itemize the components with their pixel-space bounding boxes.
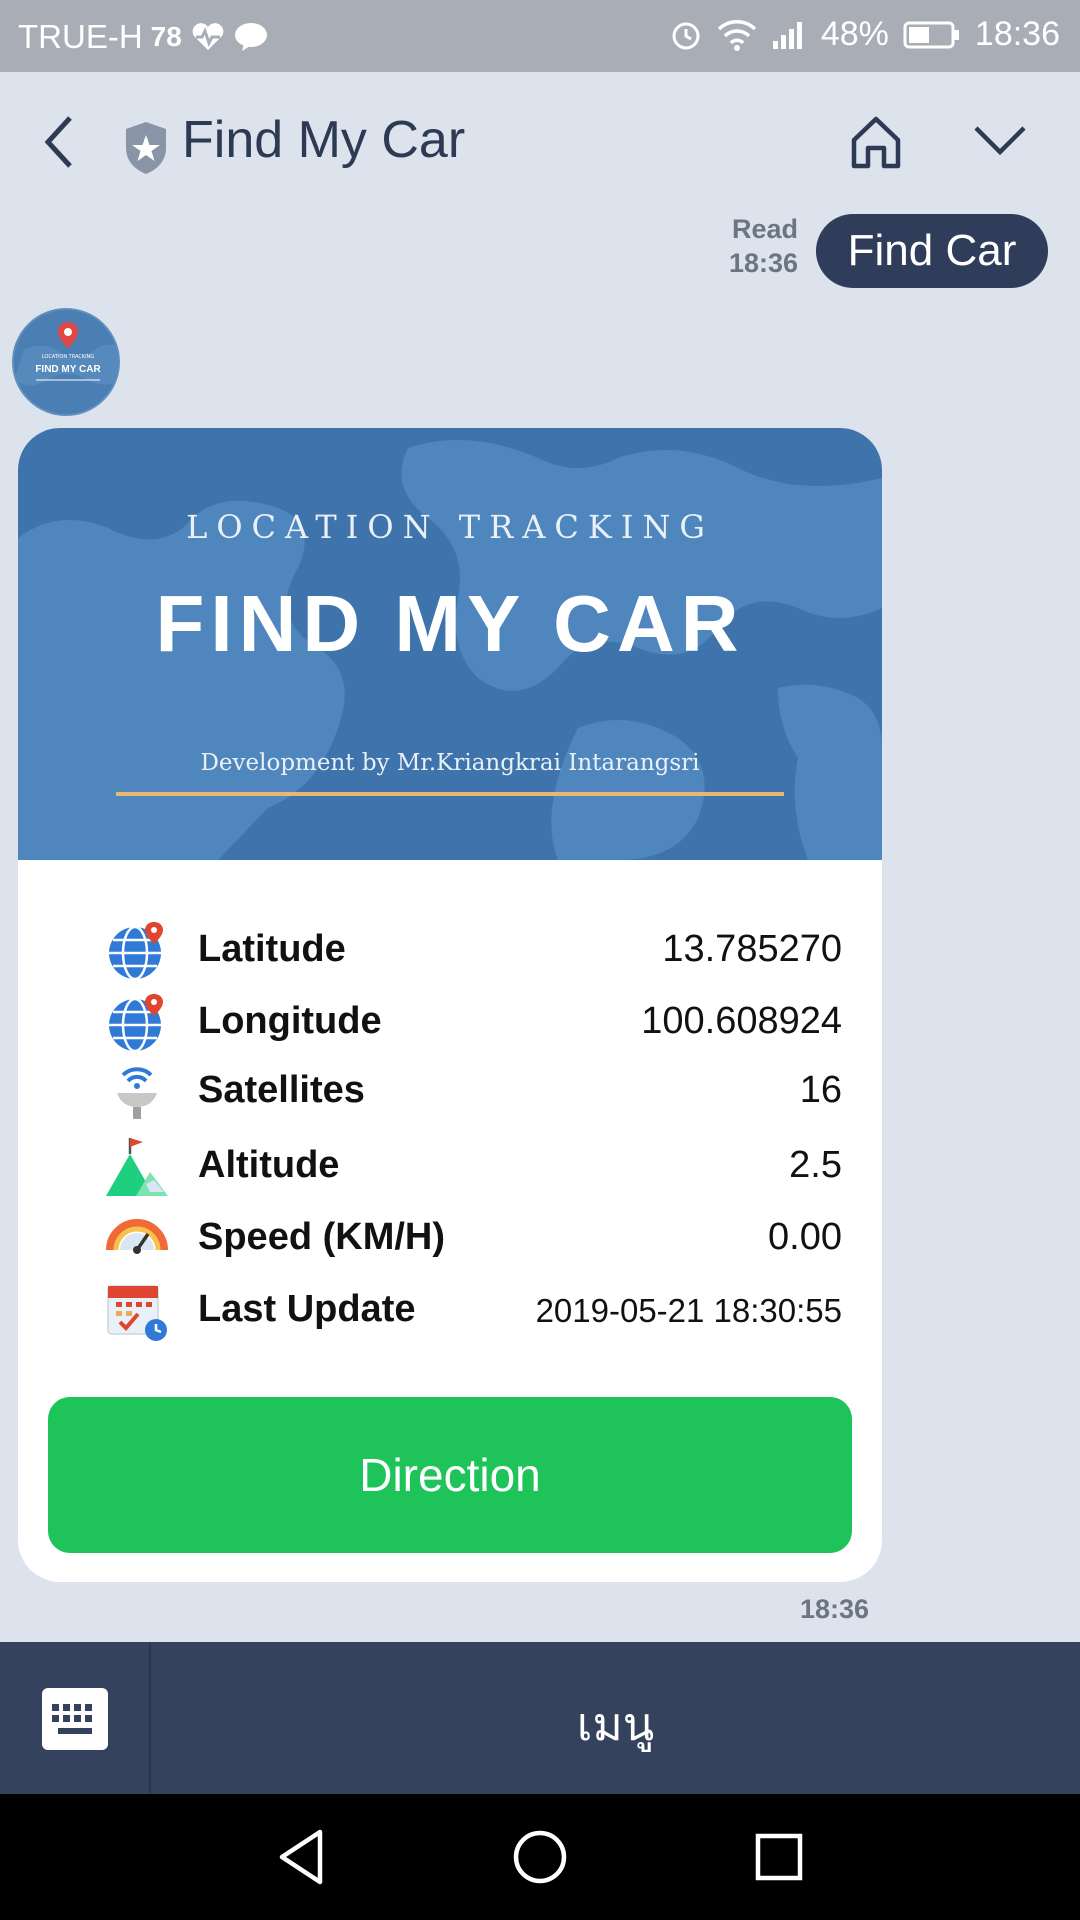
globe-pin-icon: [106, 920, 168, 982]
banner-title: FIND MY CAR: [155, 579, 745, 668]
info-row-altitude: Altitude 2.5: [106, 1134, 842, 1198]
banner-divider: [116, 792, 784, 796]
keyboard-icon: [52, 1704, 92, 1734]
svg-text:FIND MY CAR: FIND MY CAR: [35, 364, 101, 375]
speed-label: Speed (KM/H): [198, 1216, 445, 1258]
header-menu-dropdown-button[interactable]: [972, 120, 1028, 160]
clock: 18:36: [974, 15, 1060, 53]
line-app-icon: [234, 22, 268, 52]
chevron-down-icon: [974, 126, 1026, 156]
banner-developer-credit: Development by Mr.Kriangkrai Intarangsri: [200, 750, 700, 776]
latitude-label: Latitude: [198, 928, 346, 970]
official-account-shield-icon: [122, 120, 170, 176]
chevron-left-icon: [44, 116, 72, 168]
signal-number: 78: [150, 21, 182, 52]
card-banner: LOCATION TRACKING FIND MY CAR Developmen…: [18, 428, 882, 860]
latitude-value: 13.785270: [662, 928, 842, 970]
banner-subtitle: LOCATION TRACKING: [186, 508, 714, 546]
rich-menu-toggle[interactable]: เมนู: [151, 1688, 1080, 1761]
info-row-speed: Speed (KM/H) 0.00: [106, 1206, 842, 1270]
sent-message-bubble[interactable]: Find Car: [816, 214, 1048, 288]
longitude-value: 100.608924: [641, 1000, 842, 1042]
status-bar: TRUE-H 78 48% 18:36: [0, 0, 1080, 72]
read-label: Read: [731, 214, 798, 244]
last-update-value: 2019-05-21 18:30:55: [535, 1292, 842, 1329]
wifi-icon: [717, 19, 757, 51]
carrier-label: TRUE-H: [18, 18, 143, 55]
mountain-flag-icon: [106, 1136, 168, 1198]
nav-back-button[interactable]: [268, 1824, 334, 1890]
keyboard-toggle-button[interactable]: [42, 1688, 108, 1750]
altitude-value: 2.5: [789, 1144, 842, 1186]
find-my-car-logo: LOCATION TRACKING FIND MY CAR: [14, 322, 118, 386]
speedometer-icon: [106, 1208, 168, 1270]
battery-icon: [903, 20, 961, 50]
location-card: LOCATION TRACKING FIND MY CAR Developmen…: [18, 428, 882, 1582]
android-navigation-bar: [0, 1794, 1080, 1920]
calendar-clock-icon: [106, 1280, 168, 1342]
home-icon: [851, 116, 901, 169]
svg-text:LOCATION TRACKING: LOCATION TRACKING: [42, 354, 95, 360]
rich-menu-bar: เมนู: [0, 1642, 1080, 1794]
info-row-last-update: Last Update 2019-05-21 18:30:55: [106, 1278, 842, 1342]
chat-header: Find My Car: [0, 72, 1080, 212]
last-update-label: Last Update: [198, 1288, 416, 1330]
info-row-satellites: Satellites 16: [106, 1059, 842, 1123]
info-row-longitude: Longitude 100.608924: [106, 990, 842, 1054]
globe-pin-icon: [106, 992, 168, 1054]
home-button[interactable]: [846, 114, 906, 170]
alarm-icon: [669, 18, 703, 52]
satellites-label: Satellites: [198, 1069, 365, 1111]
read-receipt: Read 18:36: [729, 212, 798, 280]
altitude-label: Altitude: [198, 1144, 340, 1186]
square-recents-icon: [755, 1833, 803, 1881]
info-row-latitude: Latitude 13.785270: [106, 918, 842, 982]
back-button[interactable]: [38, 112, 82, 172]
cell-signal-icon: [771, 19, 807, 51]
battery-percent: 48%: [820, 15, 889, 53]
avatar[interactable]: LOCATION TRACKING FIND MY CAR: [12, 308, 120, 416]
page-title: Find My Car: [182, 111, 466, 169]
sent-message-text: Find Car: [847, 226, 1017, 275]
nav-recents-button[interactable]: [746, 1824, 812, 1890]
read-time: 18:36: [728, 248, 798, 278]
direction-button[interactable]: Direction: [48, 1397, 852, 1553]
longitude-label: Longitude: [198, 1000, 382, 1042]
message-timestamp: 18:36: [800, 1594, 870, 1624]
heart-rate-icon: [190, 22, 226, 52]
satellite-dish-icon: [106, 1061, 168, 1123]
direction-button-label: Direction: [359, 1449, 541, 1501]
satellites-value: 16: [799, 1069, 842, 1111]
triangle-back-icon: [279, 1829, 323, 1885]
nav-home-button[interactable]: [507, 1824, 573, 1890]
circle-home-icon: [513, 1830, 567, 1884]
speed-value: 0.00: [768, 1216, 842, 1258]
